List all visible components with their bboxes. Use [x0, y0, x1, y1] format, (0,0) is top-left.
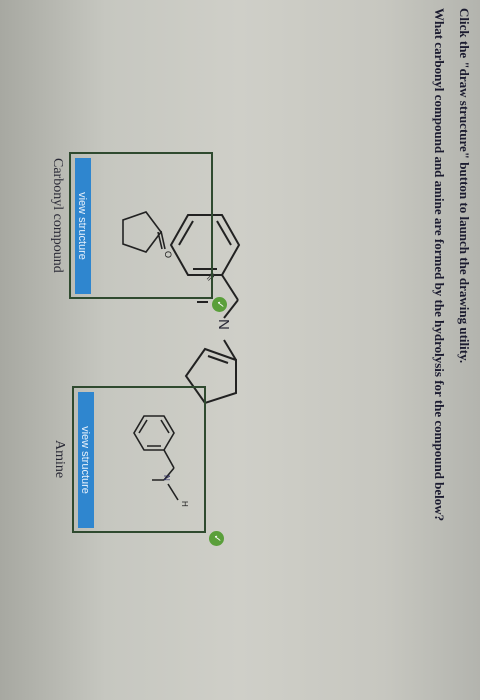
svg-text:O: O	[163, 251, 173, 258]
svg-text:H: H	[180, 501, 189, 507]
amine-caption: Amine	[52, 440, 67, 479]
carbonyl-answer-box[interactable]: O view structure	[69, 152, 213, 299]
screen-photo: Click the "draw structure" button to lau…	[0, 0, 480, 700]
amine-answer-box[interactable]: N H view structure	[72, 386, 206, 533]
svg-text:N: N	[162, 475, 171, 481]
nitrogen-label: N	[215, 319, 232, 330]
view-structure-button[interactable]: view structure	[75, 158, 91, 294]
check-icon: ✓	[209, 531, 224, 546]
enamine-structure	[169, 214, 241, 405]
view-structure-button[interactable]: view structure	[78, 392, 94, 528]
carbonyl-caption: Carbonyl compound	[50, 158, 65, 273]
check-icon: ✓	[212, 297, 227, 312]
rotated-content: Click the "draw structure" button to lau…	[0, 0, 480, 700]
